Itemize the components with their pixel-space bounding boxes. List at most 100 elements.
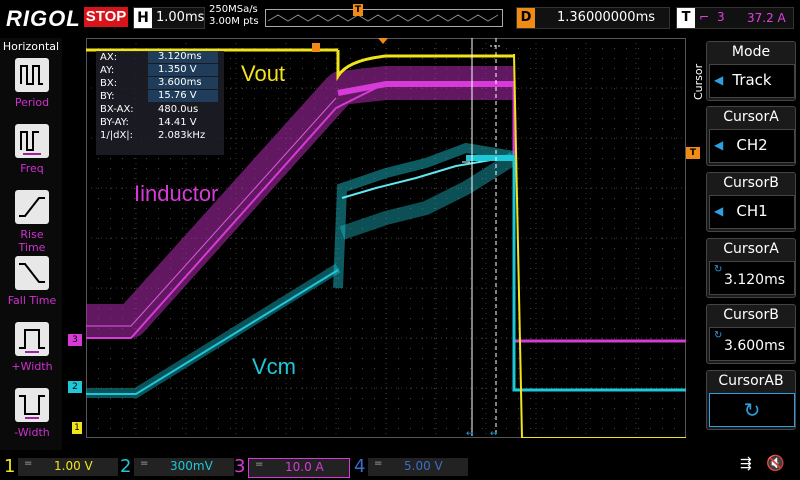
measure-category-title: Horizontal (2, 40, 60, 53)
ch4-scale: 5.00 V (404, 459, 443, 473)
cursor-b-source-value: CH1 (736, 202, 768, 220)
readout-value: 15.76 V (148, 90, 218, 102)
sampling-info: 250MSa/s 3.00M pts (209, 4, 259, 28)
rise-time-icon (15, 190, 49, 224)
cursor-b-source-title: CursorB (723, 175, 779, 191)
ch2-coupling: = (140, 458, 149, 469)
cursor-a-source-title: CursorA (723, 109, 779, 125)
cursor-readout-row: AY: 1.350 V (96, 64, 224, 77)
cursor-b-position-title: CursorB (723, 307, 779, 323)
cursor-mode-value: Track (732, 71, 772, 89)
measure-rise-time-label: Rise Time (18, 228, 46, 254)
freq-icon (15, 124, 49, 158)
cursor-ab-title: CursorAB (718, 373, 784, 389)
ch3-coupling: = (255, 459, 264, 470)
delay-value: 1.36000000ms (557, 10, 656, 25)
memory-overview-strip[interactable] (265, 9, 503, 27)
cursor-ab-button[interactable]: CursorAB ↻ (706, 370, 796, 430)
run-stop-button[interactable]: STOP (84, 7, 128, 27)
knob-icon: ↻ (714, 330, 723, 341)
ch1-scale-box: = 1.00 V (18, 458, 118, 476)
trigger-source: 3 (717, 10, 725, 24)
measure-minus-width-button[interactable]: -Width (6, 388, 58, 439)
cursor-mode-value-box: ◀ Track (709, 64, 795, 98)
cursor-readout-row: BY-AY: 14.41 V (96, 116, 224, 129)
ch1-offset-marker[interactable]: 1 (72, 422, 82, 434)
cursor-b-source-button[interactable]: CursorB ◀ CH1 (706, 172, 796, 232)
readout-value: 3.120ms (148, 51, 218, 63)
ch3-scale-box: = 10.0 A (248, 458, 350, 478)
ch1-number: 1 (4, 456, 16, 477)
cursor-readout-row: BX-AX: 480.0us (96, 103, 224, 116)
speaker-icon[interactable]: 🔇 (766, 454, 785, 472)
period-icon (15, 58, 49, 92)
menu-title-vertical: Cursor (692, 63, 705, 100)
trigger-level: 37.2 A (747, 11, 786, 25)
vcm-label: Vcm (252, 354, 296, 379)
ch2-scale-box: = 300mV (134, 458, 234, 476)
measure-minus-width-label: -Width (14, 426, 50, 439)
cursor-ab-value-box: ↻ (709, 393, 795, 427)
ch4-coupling: = (374, 458, 383, 469)
brand-logo: RIGOL (6, 6, 81, 31)
cursor-a-position-title: CursorA (723, 241, 779, 257)
ch1-coupling: = (24, 458, 33, 469)
measure-rise-time-button[interactable]: Rise Time (6, 190, 58, 254)
cursor-a-source-value: CH2 (736, 136, 768, 154)
minus-width-icon (15, 388, 49, 422)
cursor-readout-row: AX: 3.120ms (96, 51, 224, 64)
measure-period-label: Period (14, 96, 50, 109)
trigger-t-flag (312, 43, 320, 52)
measure-plus-width-button[interactable]: +Width (6, 322, 58, 373)
trigger-level-marker[interactable]: T (686, 147, 700, 159)
readout-key: BY-AY: (100, 117, 129, 128)
ch2-offset-marker[interactable]: 2 (68, 381, 82, 393)
trigger-control[interactable]: T ⌐ 3 37.2 A (676, 7, 794, 29)
knob-icon: ↻ (714, 264, 723, 275)
channel-status-bar: 1 = 1.00 V 2 = 300mV 3 = 10.0 A 4 = 5.00… (0, 450, 800, 480)
readout-key: AY: (100, 65, 115, 76)
readout-key: AX: (100, 52, 118, 63)
cursor-mode-title: Mode (731, 44, 771, 60)
trigger-label: T (677, 8, 695, 28)
cursor-a-source-button[interactable]: CursorA ◀ CH2 (706, 106, 796, 166)
measure-fall-time-button[interactable]: Fall Time (6, 256, 58, 307)
cursor-a-position-button[interactable]: CursorA ↻ 3.120ms (706, 238, 796, 298)
measure-panel: Horizontal Period Freq Rise Time Fall Ti… (0, 38, 62, 450)
memory-depth: 3.00M pts (209, 16, 259, 27)
cursor-a-arrow-icon: ↔ (466, 429, 474, 438)
measure-freq-label: Freq (20, 162, 44, 175)
timebase-value: 1.00ms (156, 10, 205, 25)
cursor-b-arrow-icon: ↔ (490, 429, 498, 438)
rising-edge-icon: ⌐ (699, 10, 710, 24)
ch3-scale: 10.0 A (285, 460, 324, 474)
ch3-number: 3 (234, 456, 246, 477)
ch2-number: 2 (120, 456, 132, 477)
measure-fall-time-label: Fall Time (7, 294, 57, 307)
measure-period-button[interactable]: Period (6, 58, 58, 109)
cursor-readout-row: BX: 3.600ms (96, 77, 224, 90)
readout-key: BX: (100, 78, 118, 89)
cursor-b-position-button[interactable]: CursorB ↻ 3.600ms (706, 304, 796, 364)
measure-freq-button[interactable]: Freq (6, 124, 58, 175)
horizontal-label: H (134, 8, 152, 28)
cursor-b-position-value: 3.600ms (724, 338, 786, 354)
sample-rate: 250MSa/s (209, 4, 258, 15)
ch3-offset-marker[interactable]: 3 (68, 334, 82, 346)
usb-icon: ⇶ (740, 456, 752, 472)
readout-key: 1/|dX|: (100, 130, 134, 141)
cursor-readout-row: BY: 15.76 V (96, 90, 224, 103)
top-status-bar: RIGOL STOP H 1.00ms 250MSa/s 3.00M pts T… (0, 0, 800, 38)
readout-value: 2.083kHz (158, 130, 206, 141)
timebase-control[interactable]: H 1.00ms (133, 7, 205, 29)
delay-control[interactable]: D 1.36000000ms (516, 7, 670, 29)
fall-time-icon (15, 256, 49, 290)
readout-value: 1.350 V (148, 64, 218, 76)
ch2-scale: 300mV (170, 459, 213, 473)
delay-label: D (517, 8, 535, 28)
readout-value: 3.600ms (148, 77, 218, 89)
cursor-mode-button[interactable]: Mode ◀ Track (706, 41, 796, 101)
cursor-b-position-value-box: ↻ 3.600ms (709, 327, 795, 361)
trigger-position-marker[interactable]: T (353, 4, 363, 16)
ch1-scale: 1.00 V (54, 459, 93, 473)
